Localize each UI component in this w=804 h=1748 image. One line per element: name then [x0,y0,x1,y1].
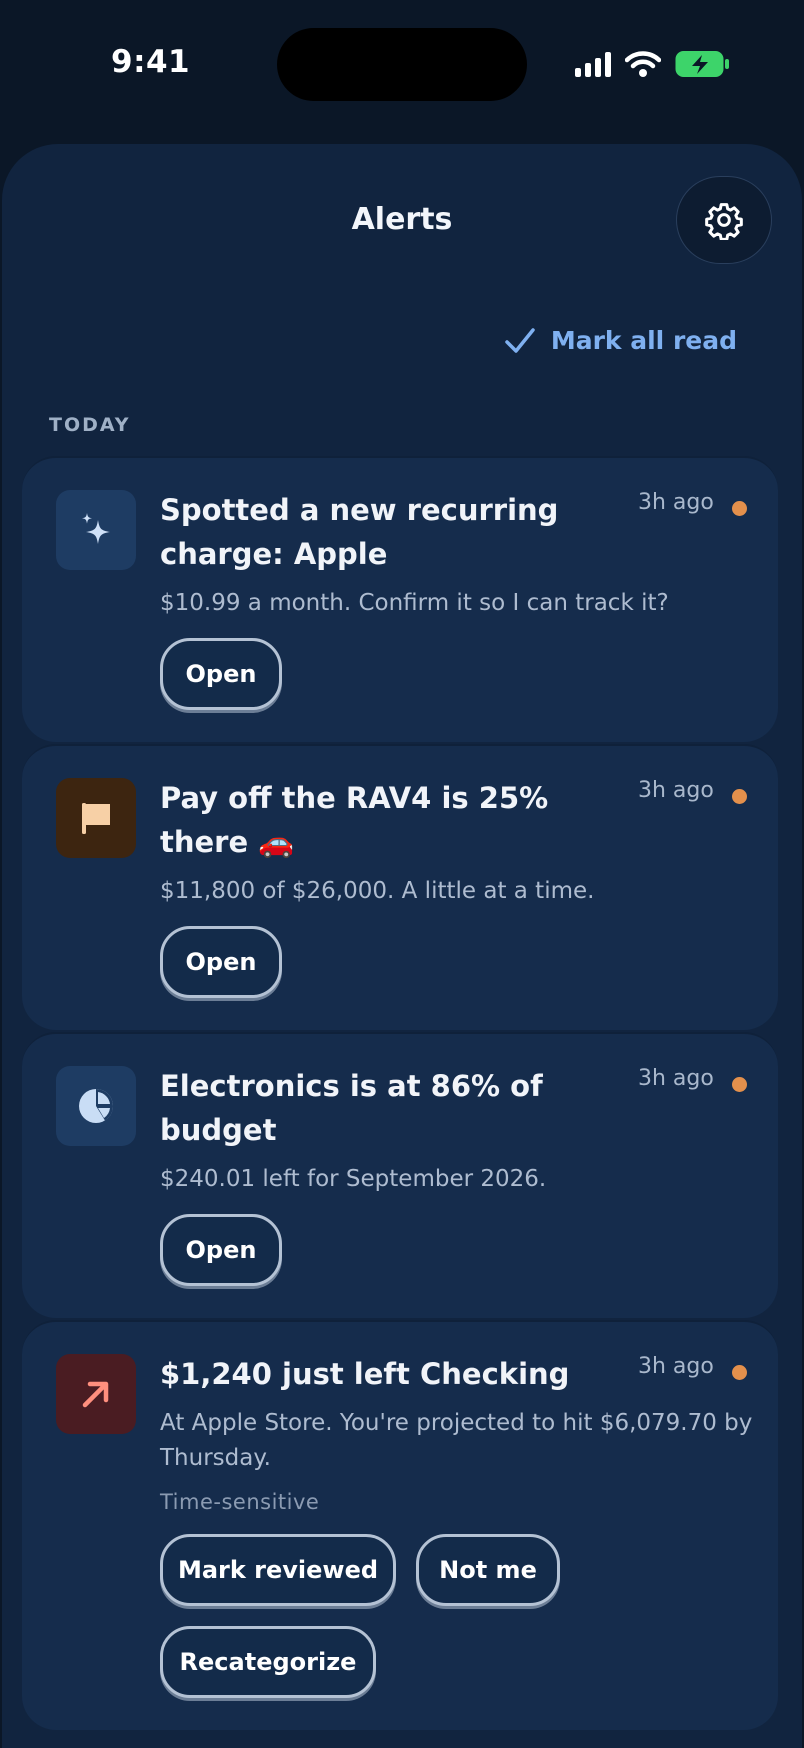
alert-title: Electronics is at 86% of budget [160,1069,543,1147]
wifi-icon [625,50,661,78]
checkmark-icon [505,327,535,353]
alert-card[interactable]: Spotted a new recurring charge: Apple 3h… [22,456,778,742]
dynamic-island [277,28,527,101]
sparkles-icon [56,490,136,570]
recategorize-button[interactable]: Recategorize [160,1626,376,1698]
unread-dot [732,1365,747,1380]
alert-title: $1,240 just left Checking [160,1357,570,1391]
open-button[interactable]: Open [160,638,282,710]
pie-chart-icon [56,1066,136,1146]
flag-icon [56,778,136,858]
alert-body: $11,800 of $26,000. A little at a time. [160,878,595,904]
alert-time: 3h ago [638,1066,714,1091]
alert-body: At Apple Store. You're projected to hit … [160,1410,753,1471]
gear-icon [705,203,743,240]
alert-title: Pay off the RAV4 is 25% there 🚗 [160,781,549,859]
alert-body: $240.01 left for September 2026. [160,1166,547,1192]
not-me-button[interactable]: Not me [416,1534,560,1606]
alert-card[interactable]: $1,240 just left Checking 3h ago At Appl… [22,1320,778,1730]
unread-dot [732,789,747,804]
arrow-up-right-icon [56,1354,136,1434]
mark-reviewed-button[interactable]: Mark reviewed [160,1534,396,1606]
alert-time: 3h ago [638,778,714,803]
status-bar: 9:41 [0,0,804,130]
unread-dot [732,501,747,516]
alert-title: Spotted a new recurring charge: Apple [160,493,559,571]
alerts-screen: 9:41 Alerts Mark all read TODAY Spotted … [0,0,804,1748]
mark-all-read-button[interactable]: Mark all read [505,326,737,355]
unread-dot [732,1077,747,1092]
time-sensitive-label: Time-sensitive [160,1490,320,1514]
section-label-today: TODAY [49,414,131,436]
alert-time: 3h ago [638,490,714,515]
cellular-signal-icon [575,51,611,77]
status-icons [575,48,731,80]
open-button[interactable]: Open [160,926,282,998]
alert-time: 3h ago [638,1354,714,1379]
alert-card[interactable]: Pay off the RAV4 is 25% there 🚗 3h ago $… [22,744,778,1030]
battery-charging-icon [675,50,731,78]
mark-all-read-label: Mark all read [550,326,737,355]
status-time: 9:41 [111,44,191,80]
alert-card[interactable]: Electronics is at 86% of budget 3h ago $… [22,1032,778,1318]
settings-button[interactable] [676,176,772,264]
alert-body: $10.99 a month. Confirm it so I can trac… [160,590,669,616]
open-button[interactable]: Open [160,1214,282,1286]
